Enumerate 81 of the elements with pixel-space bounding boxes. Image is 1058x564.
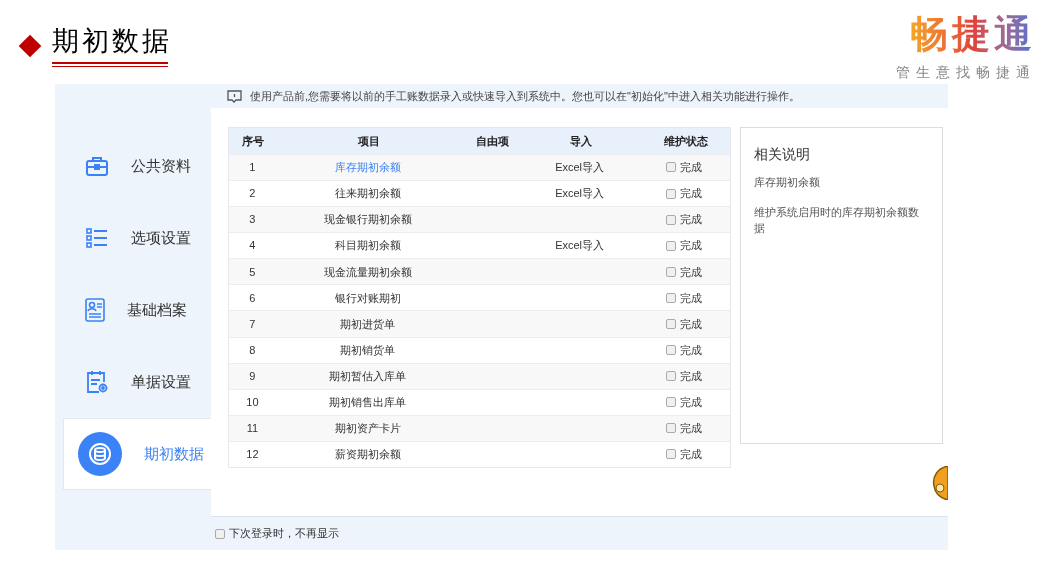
checkbox-label: 完成 xyxy=(679,368,702,384)
sidebar-item[interactable]: 选项设置 xyxy=(55,202,211,274)
checkbox[interactable] xyxy=(665,266,676,277)
checkbox-label: 完成 xyxy=(679,160,702,176)
checkbox-label: 完成 xyxy=(679,264,702,280)
table-cell-text: 6 xyxy=(249,290,256,306)
checkbox-label: 完成 xyxy=(679,290,702,306)
column-header: 维护状态 xyxy=(663,133,708,149)
message-icon xyxy=(227,89,242,103)
table-cell-text: 12 xyxy=(246,447,259,463)
checkbox[interactable] xyxy=(215,528,225,539)
checklist-icon xyxy=(85,227,109,249)
document-gear-icon xyxy=(85,369,109,395)
checkbox[interactable] xyxy=(665,214,676,225)
info-text: 库存期初余额 xyxy=(754,175,821,190)
table-cell-text: 4 xyxy=(249,238,256,254)
sidebar-label: 基础档案 xyxy=(127,299,187,320)
sidebar-label: 选项设置 xyxy=(131,227,191,248)
column-header: 自由项 xyxy=(475,133,509,149)
table-cell[interactable]: 薪资期初余额 xyxy=(334,446,401,463)
notice-text: 使用产品前,您需要将以前的手工账数据录入或快速导入到系统中。您也可以在"初始化"中进入相关功能进行操作。 xyxy=(250,88,800,104)
checkbox[interactable] xyxy=(665,319,676,329)
sidebar-item[interactable]: 期初数据 xyxy=(63,418,211,490)
item-link[interactable]: 库存期初余额 xyxy=(334,159,401,176)
table-cell[interactable]: 现金银行期初余额 xyxy=(323,211,412,228)
checkbox-label: 完成 xyxy=(679,421,702,437)
checkbox-label: 完成 xyxy=(679,316,702,332)
checkbox-label: 完成 xyxy=(679,447,702,463)
info-title: 相关说明 xyxy=(754,145,811,164)
database-icon xyxy=(78,432,122,476)
table-cell[interactable]: 往来期初余额 xyxy=(334,185,401,202)
checkbox[interactable] xyxy=(665,345,676,356)
checkbox-label: 完成 xyxy=(679,395,702,411)
checkbox[interactable] xyxy=(665,449,676,460)
table-cell[interactable]: 现金流量期初余额 xyxy=(323,263,412,281)
table-cell[interactable]: 期初暂估入库单 xyxy=(329,367,407,385)
table-cell[interactable]: 期初资产卡片 xyxy=(334,420,401,437)
checkbox[interactable] xyxy=(665,188,676,199)
checkbox[interactable] xyxy=(665,162,676,173)
table-cell[interactable]: 期初进货单 xyxy=(340,315,396,333)
table-cell-text: 5 xyxy=(249,264,256,280)
column-header: 序号 xyxy=(241,133,264,149)
checkbox-label: 完成 xyxy=(679,238,702,254)
sidebar-label: 单据设置 xyxy=(131,371,191,392)
sidebar-label: 期初数据 xyxy=(144,443,204,464)
import-link[interactable]: Excel导入 xyxy=(555,159,605,176)
table-cell-text: 11 xyxy=(246,421,259,437)
table-cell-text: 7 xyxy=(249,316,256,332)
checkbox[interactable] xyxy=(665,371,676,382)
sidebar-item[interactable]: 公共资料 xyxy=(55,130,211,202)
sidebar-label: 公共资料 xyxy=(131,155,191,176)
slide-title: 期初数据 xyxy=(52,25,172,58)
table-cell-text: 8 xyxy=(249,342,256,358)
table-cell-text: 10 xyxy=(246,395,259,411)
profile-document-icon xyxy=(85,298,105,322)
import-link[interactable]: Excel导入 xyxy=(555,237,605,254)
checkbox[interactable] xyxy=(665,240,676,251)
column-header: 项目 xyxy=(357,133,380,149)
checkbox-label: 下次登录时，不再显示 xyxy=(229,526,339,542)
sidebar-item[interactable]: 基础档案 xyxy=(55,274,211,346)
table-cell-text: 3 xyxy=(249,212,256,228)
checkbox-label: 完成 xyxy=(679,186,702,202)
table-cell[interactable]: 期初销售出库单 xyxy=(329,394,407,411)
table-cell[interactable]: 银行对账期初 xyxy=(334,289,401,307)
mascot-icon xyxy=(932,466,948,500)
checkbox-label: 完成 xyxy=(679,212,702,228)
import-link[interactable]: Excel导入 xyxy=(555,185,605,202)
table-cell[interactable]: 期初销货单 xyxy=(340,341,396,359)
checkbox[interactable] xyxy=(665,423,676,434)
briefcase-icon xyxy=(85,155,109,177)
info-text: 维护系统启用时的库存期初余额数据 xyxy=(754,204,920,236)
table-cell[interactable]: 科目期初余额 xyxy=(334,237,401,254)
sidebar-item[interactable]: 单据设置 xyxy=(55,346,211,418)
checkbox-label: 完成 xyxy=(679,342,702,358)
checkbox[interactable] xyxy=(665,292,676,303)
table-cell-text: 2 xyxy=(249,186,256,202)
column-header: 导入 xyxy=(570,133,592,149)
table-cell-text: 1 xyxy=(249,160,256,176)
logo-tagline: 管生意找畅捷通 xyxy=(896,63,1036,82)
table-cell-text: 9 xyxy=(249,368,256,384)
checkbox[interactable] xyxy=(665,397,676,408)
